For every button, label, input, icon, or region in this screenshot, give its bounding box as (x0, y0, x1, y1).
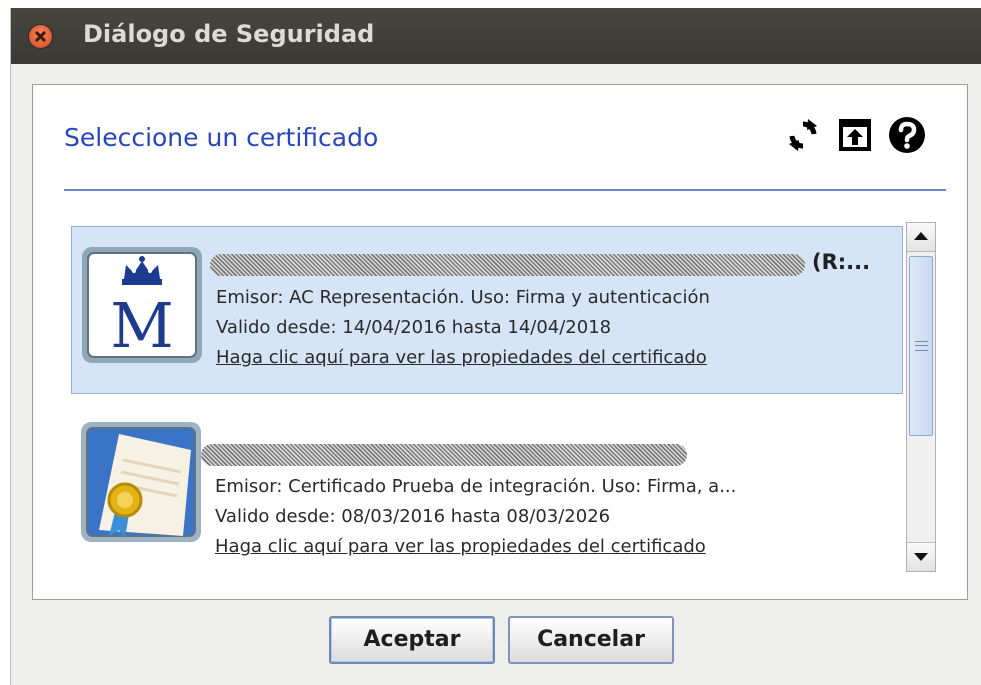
refresh-icon[interactable] (783, 115, 823, 155)
close-window-button[interactable] (29, 25, 52, 48)
certificate-properties-link[interactable]: Haga clic aquí para ver las propiedades … (216, 347, 707, 368)
scroll-down-button[interactable] (907, 542, 935, 571)
certificate-panel: Seleccione un certificado M (R:... Emiso… (32, 84, 968, 600)
security-dialog-window: Diálogo de Seguridad Seleccione un certi… (10, 8, 981, 685)
certificate-issuer: Emisor: Certificado Prueba de integració… (215, 476, 737, 497)
certificate-name-suffix: (R:... (812, 250, 871, 274)
certificate-list-scrollbar[interactable] (906, 222, 936, 572)
certificate-validity: Valido desde: 08/03/2016 hasta 08/03/202… (215, 506, 611, 527)
scroll-up-button[interactable] (907, 223, 935, 252)
heading-divider (64, 189, 946, 191)
svg-text:M: M (110, 289, 173, 362)
certificate-item[interactable]: Emisor: Certificado Prueba de integració… (71, 410, 903, 570)
certificate-properties-link[interactable]: Haga clic aquí para ver las propiedades … (215, 536, 706, 557)
redacted-certificate-name (201, 444, 687, 466)
title-bar[interactable]: Diálogo de Seguridad (11, 8, 981, 64)
certificate-list[interactable]: M (R:... Emisor: AC Representación. Uso:… (71, 218, 937, 570)
fnmt-crown-m-icon: M (82, 247, 202, 363)
certificate-seal-icon (81, 422, 201, 542)
import-certificate-icon[interactable] (835, 115, 875, 155)
certificate-item[interactable]: M (R:... Emisor: AC Representación. Uso:… (71, 226, 903, 394)
cancel-button[interactable]: Cancelar (508, 616, 674, 664)
certificate-validity: Valido desde: 14/04/2016 hasta 14/04/201… (216, 317, 612, 338)
scroll-thumb[interactable] (909, 256, 933, 436)
scroll-grip-icon (915, 341, 928, 351)
page-title: Seleccione un certificado (64, 123, 379, 152)
accept-button[interactable]: Aceptar (329, 616, 495, 664)
help-icon[interactable] (887, 115, 927, 155)
redacted-certificate-name (210, 254, 805, 276)
window-title: Diálogo de Seguridad (83, 20, 375, 48)
certificate-issuer: Emisor: AC Representación. Uso: Firma y … (216, 287, 710, 308)
